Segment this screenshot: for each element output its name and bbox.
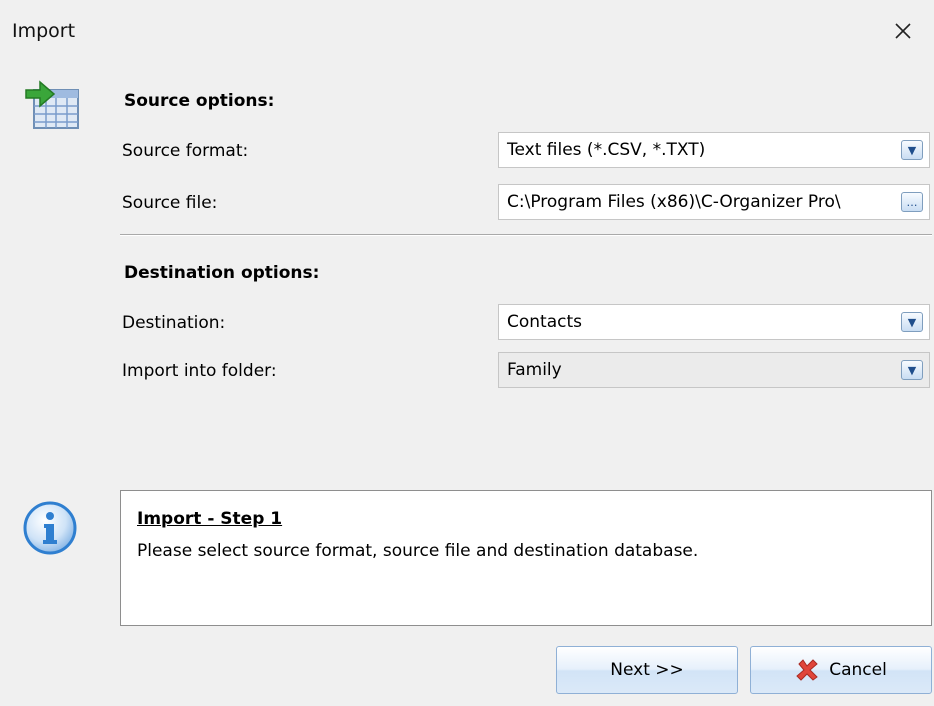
chevron-down-icon[interactable]: ▼ (901, 140, 923, 160)
import-folder-value: Family (507, 360, 562, 380)
source-options-heading: Source options: (124, 91, 275, 111)
source-format-select[interactable]: Text files (*.CSV, *.TXT) ▼ (498, 132, 930, 168)
info-panel: Import - Step 1 Please select source for… (120, 490, 932, 626)
cancel-button[interactable]: Cancel (750, 646, 932, 694)
destination-label: Destination: (122, 313, 226, 333)
import-folder-label: Import into folder: (122, 361, 277, 381)
destination-select[interactable]: Contacts ▼ (498, 304, 930, 340)
next-button[interactable]: Next >> (556, 646, 738, 694)
source-file-label: Source file: (122, 193, 218, 213)
window-title: Import (12, 20, 76, 42)
source-file-input[interactable]: C:\Program Files (x86)\C-Organizer Pro\ … (498, 184, 930, 220)
source-format-label: Source format: (122, 141, 249, 161)
next-button-label: Next >> (610, 660, 684, 680)
red-x-icon (796, 659, 818, 681)
import-table-icon (25, 80, 79, 129)
close-icon (895, 23, 911, 39)
destination-value: Contacts (507, 312, 582, 332)
ellipsis-icon[interactable]: … (901, 192, 923, 212)
info-icon (23, 501, 77, 555)
info-text: Please select source format, source file… (137, 541, 699, 561)
destination-options-heading: Destination options: (124, 263, 320, 283)
source-file-value: C:\Program Files (x86)\C-Organizer Pro\ (507, 192, 841, 212)
source-format-value: Text files (*.CSV, *.TXT) (507, 140, 706, 160)
title-bar: Import (0, 0, 934, 62)
section-divider (120, 234, 932, 236)
chevron-down-icon[interactable]: ▼ (901, 312, 923, 332)
close-button[interactable] (872, 0, 934, 62)
import-folder-select[interactable]: Family ▼ (498, 352, 930, 388)
chevron-down-icon[interactable]: ▼ (901, 360, 923, 380)
info-title: Import - Step 1 (137, 509, 283, 529)
cancel-button-label: Cancel (829, 660, 887, 680)
